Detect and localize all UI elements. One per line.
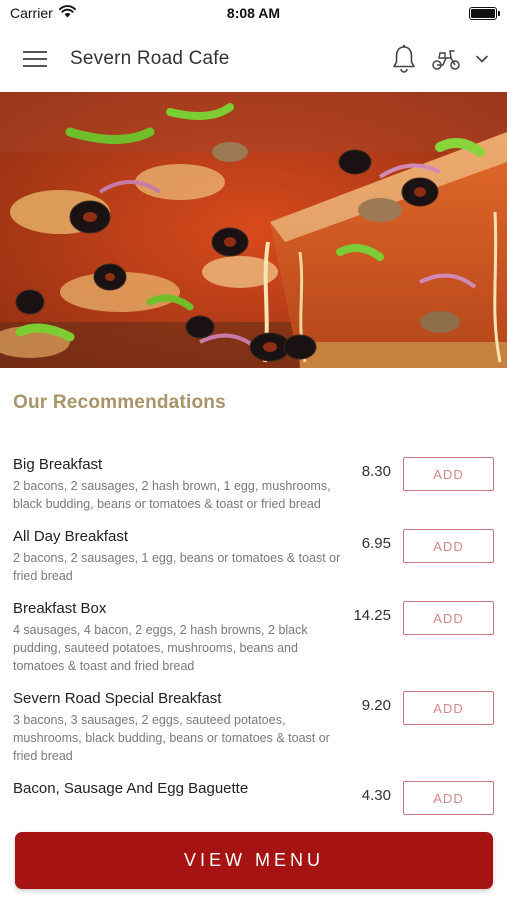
- status-bar: Carrier 8:08 AM: [0, 0, 507, 26]
- recommendations-list[interactable]: Big Breakfast 2 bacons, 2 sausages, 2 ha…: [0, 455, 507, 823]
- wifi-icon: [58, 5, 76, 21]
- item-price: 4.30: [361, 787, 391, 804]
- list-item: Breakfast Box 4 sausages, 4 bacon, 2 egg…: [0, 599, 507, 675]
- item-price: 6.95: [361, 535, 391, 552]
- carrier-label: Carrier: [10, 5, 53, 21]
- scooter-icon[interactable]: [431, 47, 461, 71]
- item-description: 3 bacons, 3 sausages, 2 eggs, sauteed po…: [13, 713, 330, 763]
- battery-icon: [469, 6, 500, 20]
- add-button[interactable]: ADD: [403, 457, 494, 491]
- nav-bar: Severn Road Cafe: [0, 26, 507, 92]
- list-item: Bacon, Sausage And Egg Baguette 4.30 ADD: [0, 779, 507, 815]
- add-button[interactable]: ADD: [403, 781, 494, 815]
- add-button[interactable]: ADD: [403, 601, 494, 635]
- status-left: Carrier: [10, 5, 76, 21]
- item-description: 2 bacons, 2 sausages, 2 hash brown, 1 eg…: [13, 479, 331, 511]
- view-menu-button[interactable]: VIEW MENU: [15, 832, 493, 889]
- list-item: All Day Breakfast 2 bacons, 2 sausages, …: [0, 527, 507, 585]
- item-price: 14.25: [353, 607, 391, 624]
- add-button[interactable]: ADD: [403, 529, 494, 563]
- page-title: Severn Road Cafe: [70, 48, 230, 69]
- nav-icons: [391, 44, 489, 74]
- item-description: 4 sausages, 4 bacon, 2 eggs, 2 hash brow…: [13, 623, 308, 673]
- chevron-down-icon[interactable]: [475, 54, 489, 64]
- recommendations-title: Our Recommendations: [13, 392, 226, 413]
- add-button[interactable]: ADD: [403, 691, 494, 725]
- list-item: Big Breakfast 2 bacons, 2 sausages, 2 ha…: [0, 455, 507, 513]
- item-description: 2 bacons, 2 sausages, 1 egg, beans or to…: [13, 551, 341, 583]
- bell-icon[interactable]: [391, 44, 417, 74]
- item-price: 9.20: [361, 697, 391, 714]
- list-item: Severn Road Special Breakfast 3 bacons, …: [0, 689, 507, 765]
- status-time: 8:08 AM: [226, 5, 281, 21]
- hero-image: [0, 92, 507, 368]
- item-price: 8.30: [361, 463, 391, 480]
- menu-icon[interactable]: [20, 44, 50, 74]
